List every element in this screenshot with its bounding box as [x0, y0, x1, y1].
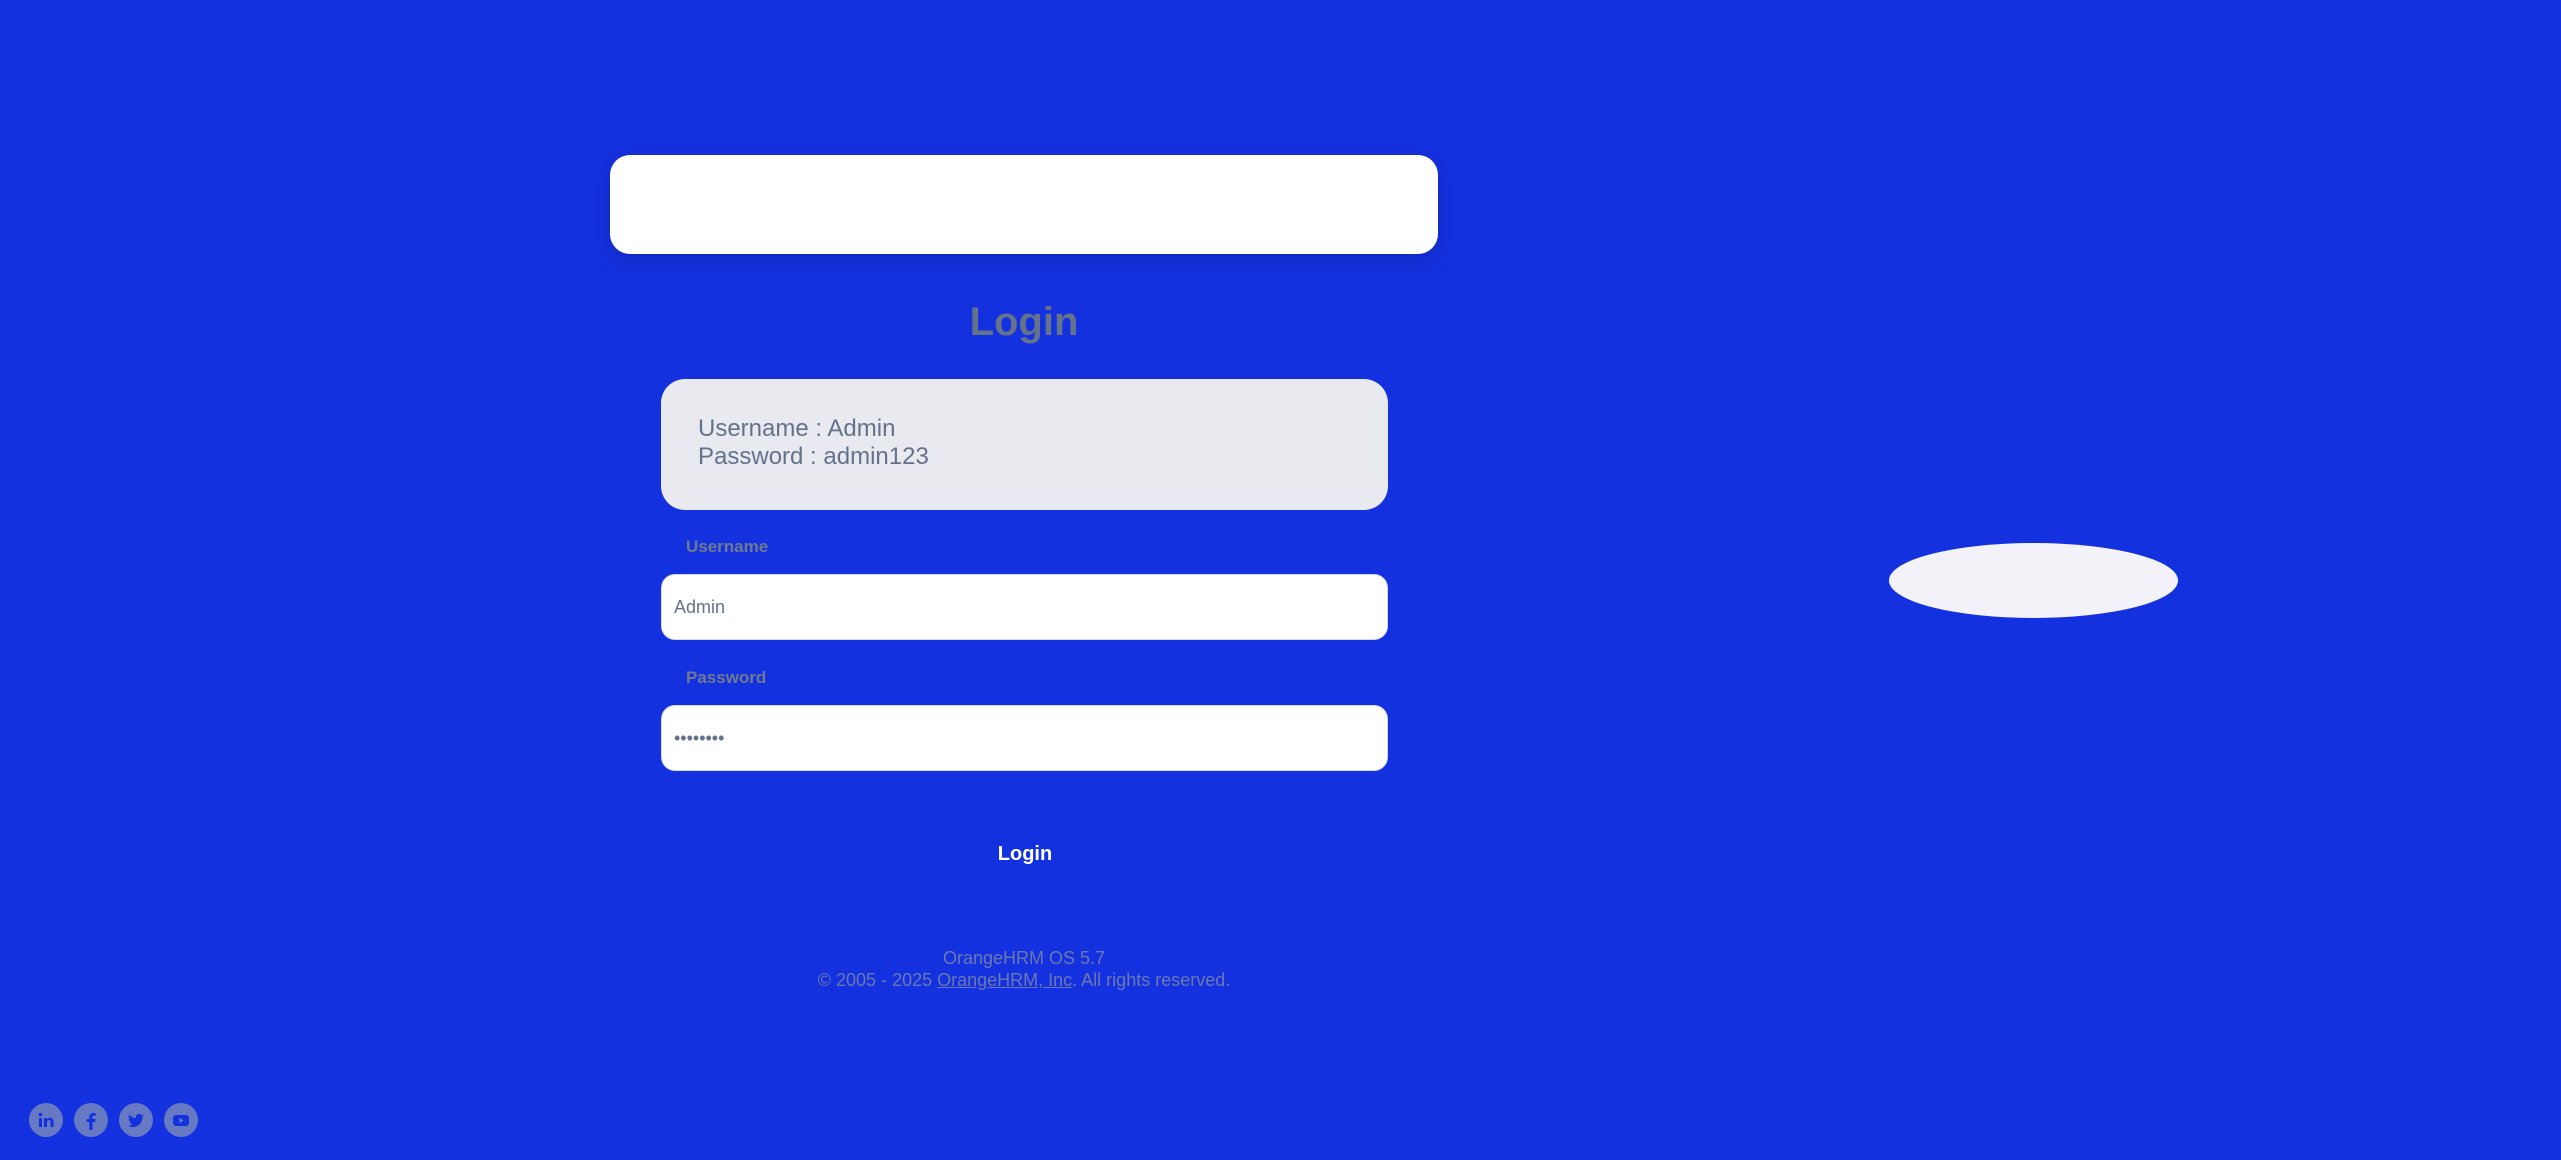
footer: OrangeHRM OS 5.7 © 2005 - 2025 OrangeHRM… [610, 947, 1438, 991]
version-text: OrangeHRM OS 5.7 [942, 948, 1106, 968]
copyright-text: © 2005 - 2025 OrangeHRM, Inc. All rights… [610, 969, 1438, 991]
login-button[interactable]: Login [940, 832, 1110, 876]
copyright-prefix: © 2005 - 2025 [817, 970, 938, 990]
facebook-icon[interactable] [74, 1103, 108, 1137]
username-input[interactable] [661, 574, 1388, 640]
youtube-icon[interactable] [164, 1103, 198, 1137]
username-label: Username [686, 537, 769, 556]
password-label: Password [686, 668, 767, 687]
decorative-oval [1889, 543, 2178, 618]
social-links [29, 1103, 198, 1137]
password-input[interactable] [661, 705, 1388, 771]
credentials-hint-box: Username : Admin Password : admin123 [661, 379, 1388, 510]
credentials-username-line: Username : Admin [698, 415, 896, 442]
logo-card [610, 155, 1438, 254]
company-link[interactable]: OrangeHRM, Inc [937, 970, 1072, 990]
linkedin-icon[interactable] [29, 1103, 63, 1137]
copyright-suffix: . All rights reserved. [1072, 970, 1231, 990]
twitter-icon[interactable] [119, 1103, 153, 1137]
login-title: Login [969, 300, 1079, 344]
credentials-password-line: Password : admin123 [698, 443, 929, 470]
